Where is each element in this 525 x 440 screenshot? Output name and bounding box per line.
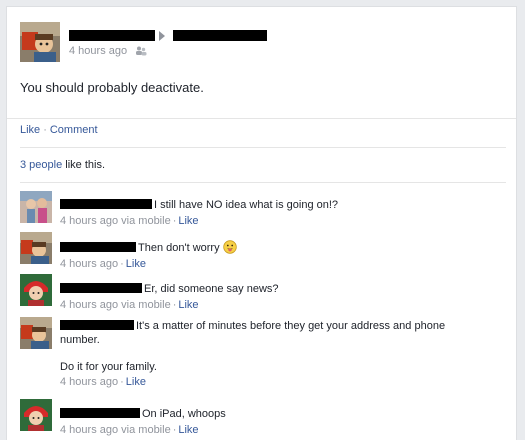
separator-dot: · — [43, 124, 47, 136]
commenter-avatar[interactable] — [20, 274, 52, 306]
comment-via: via mobile — [118, 299, 171, 311]
commenter-avatar[interactable] — [20, 317, 52, 349]
comment-like-button[interactable]: Like — [126, 376, 146, 388]
comment-like-button[interactable]: Like — [178, 299, 198, 311]
comment-like-button[interactable]: Like — [178, 215, 198, 227]
comment-meta: 4 hours ago via mobile · Like — [60, 424, 199, 436]
comment-meta: 4 hours ago · Like — [60, 376, 146, 388]
comment-text: Then don't worry — [138, 242, 220, 254]
comment-via: via mobile — [118, 215, 171, 227]
commenter-name-redacted[interactable] — [60, 283, 142, 293]
comment-timestamp[interactable]: 4 hours ago — [60, 376, 118, 388]
target-name-redacted[interactable] — [173, 30, 267, 41]
comment-timestamp[interactable]: 4 hours ago — [60, 258, 118, 270]
divider — [20, 182, 506, 183]
comment-body: It's a matter of minutes before they get… — [60, 319, 500, 347]
comment-text: I still have NO idea what is going on!? — [154, 199, 339, 211]
likes-summary: 3 people like this. — [20, 159, 105, 171]
comment-meta: 4 hours ago · Like — [60, 258, 146, 270]
comment-text: On iPad, whoops — [142, 408, 226, 420]
comment-via: via mobile — [118, 424, 171, 436]
comment-button[interactable]: Comment — [50, 124, 98, 136]
divider — [7, 118, 516, 119]
commenter-name-redacted[interactable] — [60, 199, 152, 209]
commenter-avatar[interactable] — [20, 191, 52, 223]
comment-body: Then don't worry — [60, 240, 237, 258]
post-message: You should probably deactivate. — [20, 80, 204, 95]
poster-name-redacted[interactable] — [69, 30, 155, 41]
comment-timestamp[interactable]: 4 hours ago — [60, 215, 118, 227]
comment-timestamp[interactable]: 4 hours ago — [60, 424, 118, 436]
comment-text: Er, did someone say news? — [144, 283, 279, 295]
post-card: 4 hours ago You should probably deactiva… — [6, 6, 517, 440]
comment-timestamp[interactable]: 4 hours ago — [60, 299, 118, 311]
likers-link[interactable]: 3 people — [20, 159, 62, 171]
comment-body: I still have NO idea what is going on!? — [60, 198, 338, 212]
comment-like-button[interactable]: Like — [126, 258, 146, 270]
comment-body: Er, did someone say news? — [60, 282, 279, 296]
friends-icon[interactable] — [135, 45, 147, 57]
comment-text-continued: number. — [60, 334, 100, 346]
commenter-avatar[interactable] — [20, 399, 52, 431]
commenter-name-redacted[interactable] — [60, 242, 136, 252]
post-timestamp[interactable]: 4 hours ago — [69, 45, 127, 57]
like-button[interactable]: Like — [20, 124, 40, 136]
divider — [20, 147, 506, 148]
arrow-right-icon — [159, 31, 165, 41]
commenter-avatar[interactable] — [20, 232, 52, 264]
comment-meta: 4 hours ago via mobile · Like — [60, 299, 199, 311]
comment-meta: 4 hours ago via mobile · Like — [60, 215, 199, 227]
post-actions: Like · Comment — [20, 124, 98, 136]
tongue-out-emoji-icon — [222, 240, 237, 258]
likes-suffix: like this. — [62, 159, 106, 171]
poster-avatar[interactable] — [20, 22, 60, 62]
comment-body: On iPad, whoops — [60, 407, 226, 421]
commenter-name-redacted[interactable] — [60, 408, 140, 418]
comment-like-button[interactable]: Like — [178, 424, 198, 436]
commenter-name-redacted[interactable] — [60, 320, 134, 330]
comment-extra-paragraph: Do it for your family. — [60, 361, 157, 373]
comment-text: It's a matter of minutes before they get… — [136, 320, 446, 332]
